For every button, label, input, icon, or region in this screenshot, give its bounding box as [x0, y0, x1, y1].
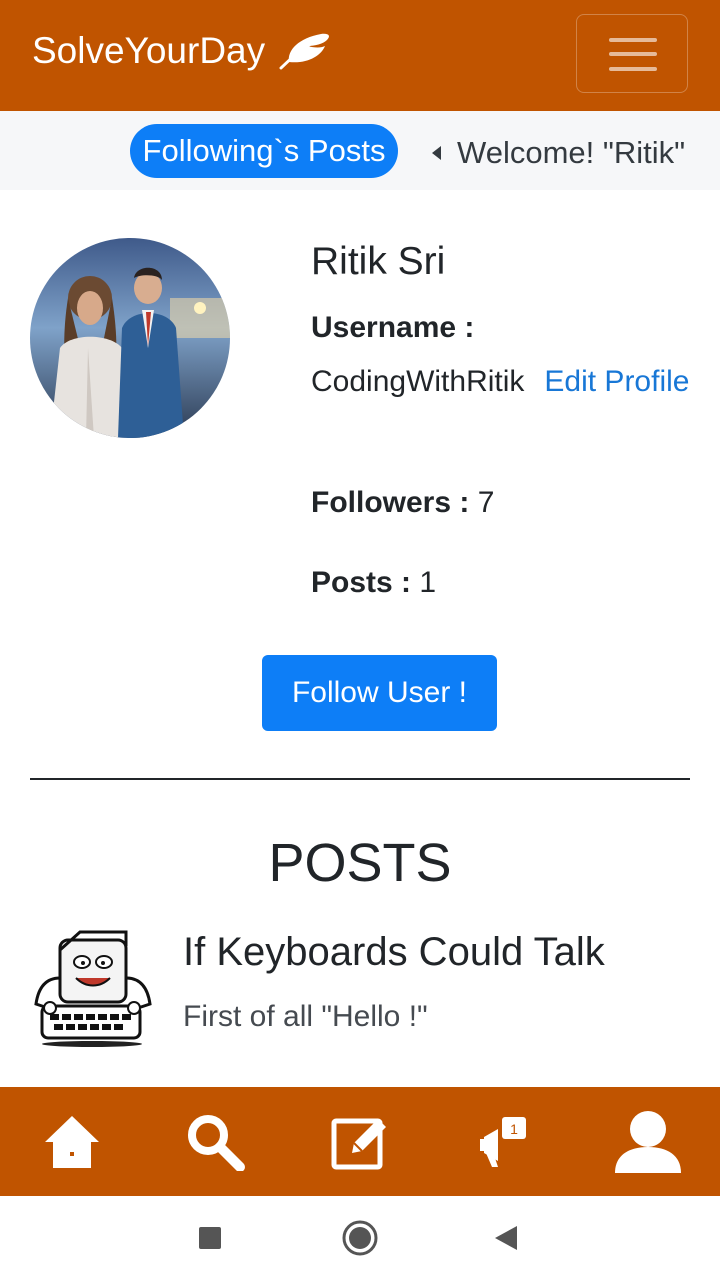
user-icon — [615, 1110, 681, 1173]
welcome-dropdown[interactable]: Welcome! "Ritik" — [432, 133, 685, 173]
menu-toggle-button[interactable] — [576, 14, 688, 93]
search-icon — [188, 1114, 245, 1171]
system-home-button[interactable] — [320, 1196, 400, 1280]
avatar — [30, 238, 230, 438]
post-excerpt: First of all "Hello !" — [183, 1000, 428, 1033]
nav-search-button[interactable] — [166, 1087, 266, 1196]
back-icon — [495, 1226, 517, 1250]
post-title[interactable]: If Keyboards Could Talk — [183, 930, 605, 975]
brand-link[interactable]: SolveYourDay — [32, 30, 333, 72]
username-label: Username : — [311, 311, 475, 344]
feather-icon — [279, 33, 330, 70]
posts-stat: Posts : 1 — [311, 566, 436, 600]
home-icon — [45, 1115, 99, 1168]
divider — [30, 778, 690, 780]
username-value: CodingWithRitik — [311, 365, 525, 398]
top-navbar: SolveYourDay — [0, 0, 720, 111]
username-row: CodingWithRitik Edit Profile — [311, 358, 691, 406]
notification-badge: 1 — [510, 1121, 518, 1137]
posts-label: Posts : — [311, 566, 412, 599]
bottom-navbar: 1 — [0, 1087, 720, 1196]
profile-name: Ritik Sri — [311, 240, 446, 283]
edit-icon — [331, 1118, 386, 1169]
nav-home-button[interactable] — [22, 1087, 122, 1196]
nav-notifications-button[interactable]: 1 — [454, 1087, 554, 1196]
recent-apps-button[interactable] — [170, 1196, 250, 1280]
posts-count: 1 — [419, 566, 437, 599]
system-navigation-bar — [0, 1196, 720, 1280]
welcome-text: Welcome! "Ritik" — [457, 135, 686, 170]
notification-icon: 1 — [480, 1116, 526, 1167]
followers-label: Followers : — [311, 486, 470, 519]
followers-stat: Followers : 7 — [311, 486, 494, 520]
post-thumbnail[interactable] — [30, 928, 154, 1048]
nav-create-post-button[interactable] — [310, 1087, 410, 1196]
posts-heading: POSTS — [268, 833, 452, 893]
caret-left-icon — [432, 146, 441, 160]
follow-user-button[interactable]: Follow User ! — [262, 655, 497, 731]
home-circle-icon — [342, 1220, 378, 1256]
following-posts-button[interactable]: Following`s Posts — [130, 124, 398, 178]
back-button[interactable] — [466, 1196, 546, 1280]
edit-profile-link[interactable]: Edit Profile — [544, 365, 689, 398]
brand-name: SolveYourDay — [32, 30, 266, 71]
recent-apps-icon — [199, 1227, 221, 1249]
nav-profile-button[interactable] — [598, 1087, 698, 1196]
followers-count: 7 — [477, 486, 495, 519]
